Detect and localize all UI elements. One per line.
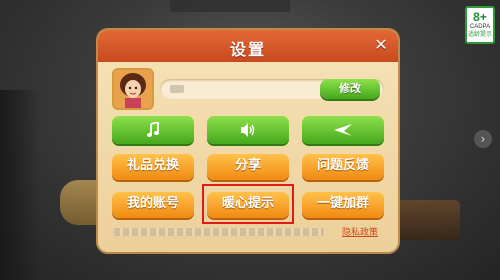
avatar-image <box>114 70 152 108</box>
music-toggle-button[interactable] <box>112 116 194 144</box>
my-account-button[interactable]: 我的账号 <box>112 192 194 218</box>
share-button[interactable]: 分享 <box>207 154 289 180</box>
close-button[interactable]: ✕ <box>372 36 390 54</box>
settings-dialog: 设置 ✕ 修改 礼品兑换 分享 问题反馈 我的账号 暖心提示 一键加群 隐私政策 <box>98 30 398 252</box>
nickname-redacted <box>170 85 184 93</box>
dialog-title: 设置 <box>229 40 266 59</box>
edit-button[interactable]: 修改 <box>320 79 380 99</box>
highlight-box <box>202 184 294 224</box>
music-note-icon <box>147 120 159 137</box>
chevron-right-icon: › <box>480 132 486 146</box>
age-rating-badge: 8+ CADPA 适龄提示 <box>465 6 495 44</box>
vibrate-toggle-button[interactable] <box>302 116 384 144</box>
side-arrow-button[interactable]: › <box>474 130 492 148</box>
footer-redacted-text <box>114 228 324 236</box>
join-group-button[interactable]: 一键加群 <box>302 192 384 218</box>
privacy-policy-link[interactable]: 隐私政策 <box>342 225 378 238</box>
feedback-button[interactable]: 问题反馈 <box>302 154 384 180</box>
ceiling-lamp <box>170 0 290 12</box>
age-rating-label: 8+ <box>473 10 487 24</box>
avatar[interactable] <box>112 68 154 110</box>
background-shadow <box>0 90 40 280</box>
close-icon: ✕ <box>374 35 388 54</box>
age-rating-org: CADPA <box>469 24 491 30</box>
gift-exchange-button[interactable]: 礼品兑换 <box>112 154 194 180</box>
vibrate-icon <box>334 123 352 136</box>
sound-toggle-button[interactable] <box>207 116 289 144</box>
age-rating-tip: 适龄提示 <box>467 32 492 38</box>
speaker-icon <box>241 122 255 137</box>
